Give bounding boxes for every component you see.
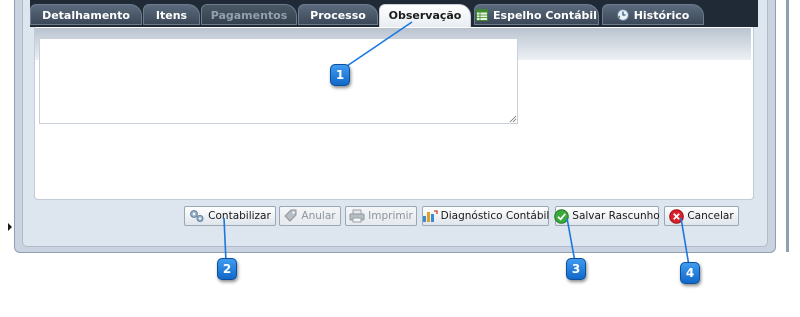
- callout-badge-3: 3: [566, 258, 586, 280]
- callout-badge-1: 1: [330, 64, 350, 86]
- callout-badge-2: 2: [217, 258, 237, 280]
- callout-badge-4: 4: [680, 262, 700, 284]
